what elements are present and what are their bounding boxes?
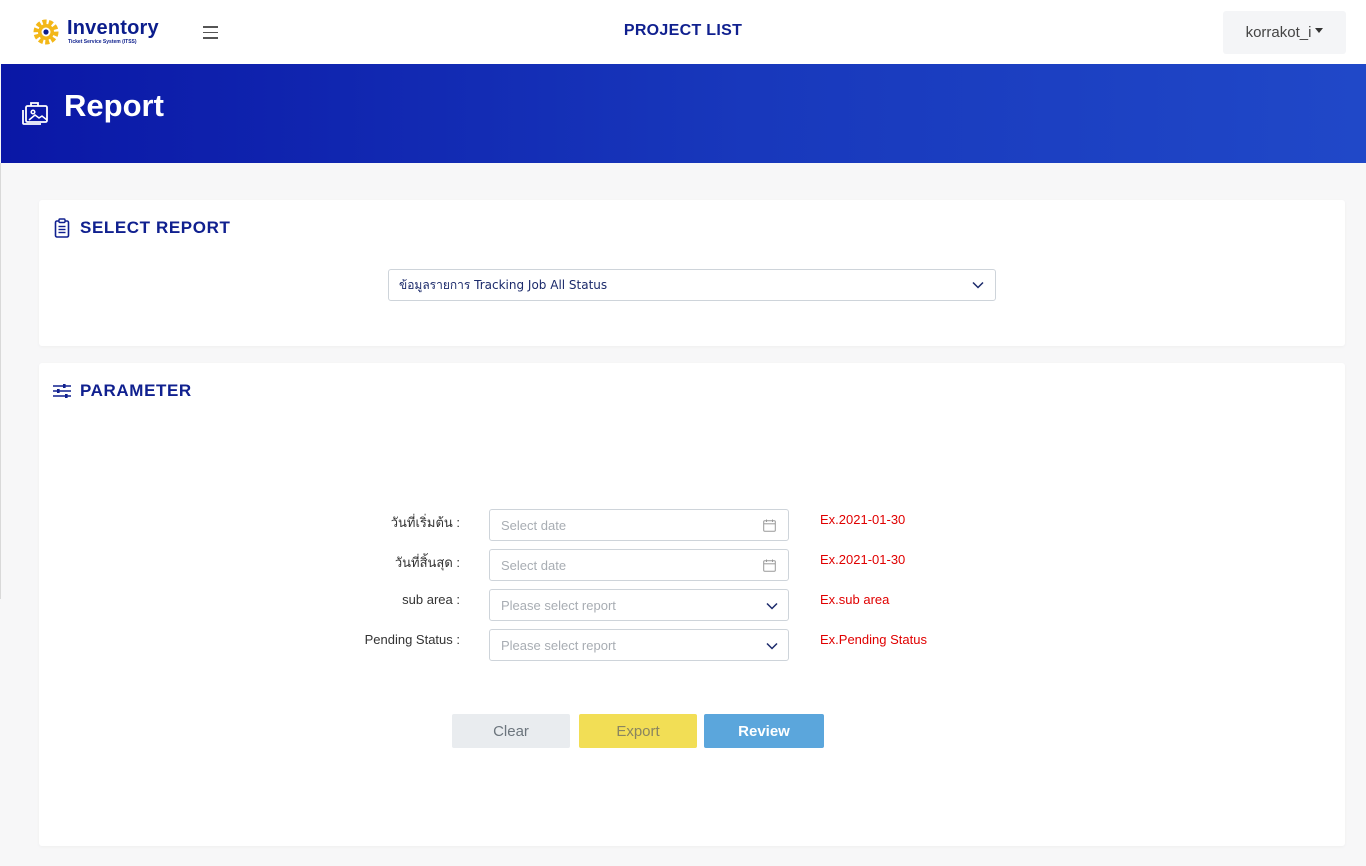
start-date-hint: Ex.2021-01-30 — [820, 512, 906, 527]
sidebar-divider — [0, 163, 1, 599]
gear-logo-icon — [33, 19, 59, 45]
select-report-card: SELECT REPORT ข้อมูลรายการ Tracking Job … — [39, 200, 1345, 346]
sub-area-label: sub area : — [402, 592, 460, 607]
pending-status-hint: Ex.Pending Status — [820, 632, 927, 647]
export-button[interactable]: Export — [579, 714, 697, 748]
pending-status-label: Pending Status : — [364, 632, 460, 647]
sub-area-select[interactable]: Please select report — [489, 589, 789, 621]
end-date-field[interactable]: Select date — [489, 549, 789, 581]
top-navbar: Inventory Ticket Service System (ITSS) P… — [0, 0, 1366, 64]
chevron-down-icon — [766, 602, 778, 610]
user-name: korrakot_i — [1245, 24, 1312, 41]
logo-title: Inventory — [67, 17, 159, 39]
select-report-heading: SELECT REPORT — [52, 218, 230, 238]
start-date-label: วันที่เริ่มต้น : — [390, 515, 460, 530]
clear-button[interactable]: Clear — [452, 714, 570, 748]
sub-area-hint: Ex.sub area — [820, 592, 890, 607]
end-date-label: วันที่สิ้นสุด : — [394, 555, 460, 570]
review-button[interactable]: Review — [704, 714, 824, 748]
start-date-placeholder: Select date — [501, 517, 567, 533]
banner-title: Report — [64, 88, 164, 123]
chevron-down-icon — [766, 642, 778, 650]
start-date-field[interactable]: Select date — [489, 509, 789, 541]
end-date-placeholder: Select date — [501, 557, 567, 573]
pending-status-placeholder: Please select report — [501, 637, 616, 653]
caret-down-icon — [1315, 28, 1324, 33]
pending-status-select[interactable]: Please select report — [489, 629, 789, 661]
parameter-heading: PARAMETER — [52, 381, 192, 401]
end-date-hint: Ex.2021-01-30 — [820, 552, 906, 567]
report-type-select[interactable]: ข้อมูลรายการ Tracking Job All Status — [388, 269, 996, 301]
chevron-down-icon — [972, 281, 984, 289]
parameter-title: PARAMETER — [80, 381, 192, 400]
calendar-icon — [763, 559, 776, 572]
clipboard-icon — [54, 218, 70, 238]
select-report-title: SELECT REPORT — [80, 218, 231, 237]
logo-subtitle: Ticket Service System (ITSS) — [68, 39, 137, 45]
gallery-icon — [22, 102, 48, 125]
report-select-value: ข้อมูลรายการ Tracking Job All Status — [399, 277, 608, 292]
sliders-icon — [53, 384, 71, 398]
app-logo[interactable]: Inventory Ticket Service System (ITSS) — [32, 16, 172, 46]
parameter-card: PARAMETER วันที่เริ่มต้น : Select date E… — [39, 363, 1345, 846]
hamburger-icon[interactable] — [203, 26, 218, 40]
sub-area-placeholder: Please select report — [501, 597, 616, 613]
page-banner: Report — [1, 64, 1366, 163]
calendar-icon — [763, 519, 776, 532]
user-menu-dropdown[interactable]: korrakot_i — [1223, 11, 1346, 54]
